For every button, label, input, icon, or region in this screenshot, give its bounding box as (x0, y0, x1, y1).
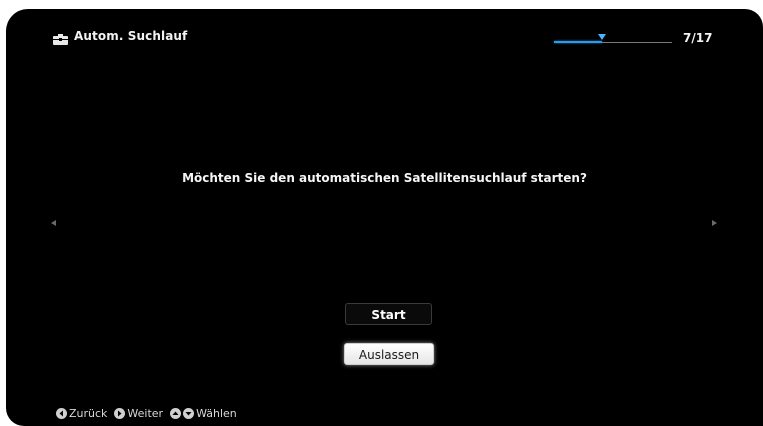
arrow-down-icon (183, 407, 195, 419)
tv-screen: Autom. Suchlauf 7/17 Möchten Sie den aut… (6, 9, 763, 426)
chevron-left-icon[interactable] (51, 220, 56, 226)
hint-next: Weiter (114, 407, 163, 420)
hint-back-label: Zurück (69, 406, 108, 420)
toolbox-icon (53, 34, 68, 45)
progress-bar (554, 34, 672, 45)
arrow-left-icon (56, 407, 67, 419)
hint-next-label: Weiter (127, 406, 164, 420)
progress-marker-icon (598, 34, 607, 40)
hint-select: Wählen (170, 407, 237, 420)
arrow-up-icon (170, 407, 182, 419)
page-counter: 7/17 (683, 31, 713, 45)
page-title: Autom. Suchlauf (74, 29, 188, 43)
skip-button[interactable]: Auslassen (344, 343, 434, 365)
footer-hints: Zurück Weiter Wählen (56, 405, 244, 421)
progress-fill (554, 41, 603, 43)
chevron-right-icon[interactable] (712, 220, 717, 226)
arrow-right-icon (114, 407, 126, 419)
question-text: Möchten Sie den automatischen Satelliten… (182, 171, 587, 185)
start-button[interactable]: Start (345, 303, 432, 325)
hint-back: Zurück (56, 407, 107, 420)
hint-select-label: Wählen (196, 406, 237, 420)
